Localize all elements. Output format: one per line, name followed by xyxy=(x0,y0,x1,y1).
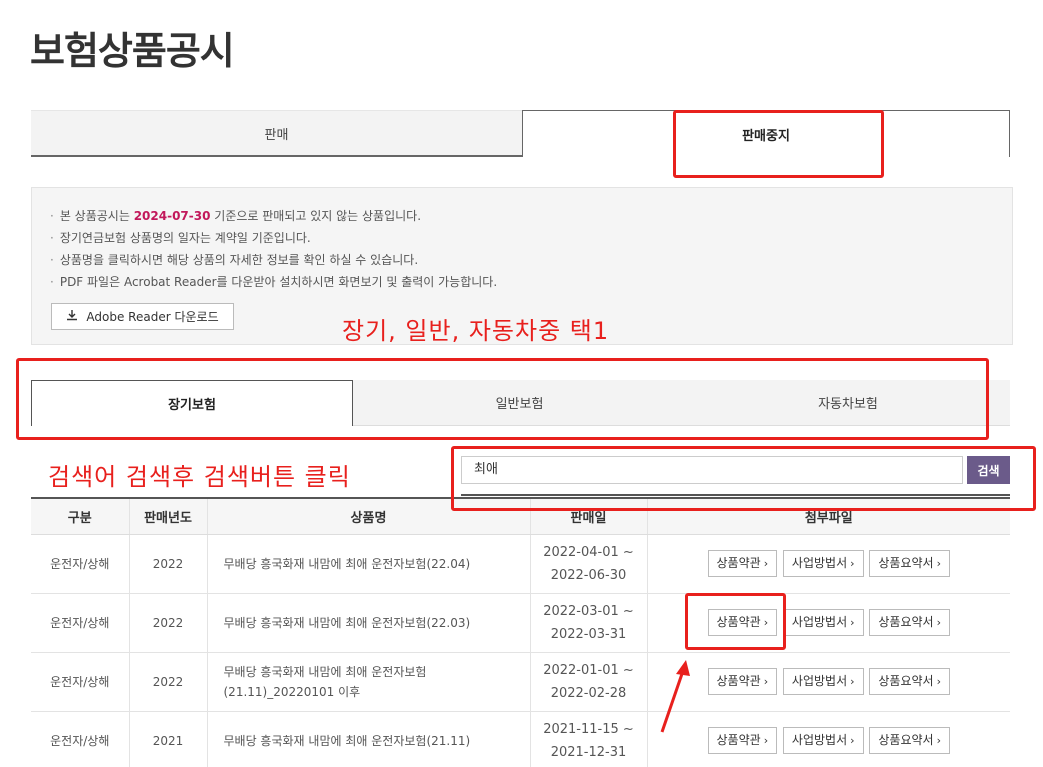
terms-button[interactable]: 상품약관 › xyxy=(707,668,778,695)
sale-period-cell: 2022-04-01 ~2022-06-30 xyxy=(530,534,648,594)
annotation-box-tab xyxy=(673,110,884,178)
summary-button[interactable]: 상품요약서 › xyxy=(869,550,950,577)
chevron-right-icon: › xyxy=(850,734,855,747)
notice-list: 본 상품공시는 2024-07-30 기준으로 판매되고 있지 않는 상품입니다… xyxy=(50,205,497,293)
annotation-box-search xyxy=(451,446,1036,511)
table-row: 운전자/상해 2022 무배당 흥국화재 내맘에 최애 운전자보험(21.11)… xyxy=(31,652,1010,712)
product-table: 구분 판매년도 상품명 판매일 첨부파일 운전자/상해 2022 무배당 흥국화… xyxy=(31,497,1010,767)
chevron-right-icon: › xyxy=(850,675,855,688)
category-cell: 운전자/상해 xyxy=(31,534,130,594)
sale-period-cell: 2022-03-01 ~2022-03-31 xyxy=(530,593,648,653)
notice-item: 장기연금보험 상품명의 일자는 계약일 기준입니다. xyxy=(50,227,497,249)
chevron-right-icon: › xyxy=(850,616,855,629)
year-cell: 2022 xyxy=(129,652,208,712)
table-row: 운전자/상해 2022 무배당 흥국화재 내맘에 최애 운전자보험(22.04)… xyxy=(31,534,1010,594)
sale-period-cell: 2021-11-15 ~2021-12-31 xyxy=(530,711,648,767)
chevron-right-icon: › xyxy=(763,675,769,688)
category-cell: 운전자/상해 xyxy=(31,593,130,653)
summary-button[interactable]: 상품요약서 › xyxy=(869,727,950,754)
annotation-search-note: 검색어 검색후 검색버튼 클릭 xyxy=(48,463,351,491)
download-icon xyxy=(66,309,78,324)
chevron-right-icon: › xyxy=(936,675,941,688)
attachments-cell: 상품약관 › 사업방법서 › 상품요약서 › xyxy=(647,652,1010,712)
product-name-link[interactable]: 무배당 흥국화재 내맘에 최애 운전자보험(21.11) xyxy=(207,711,531,767)
year-cell: 2021 xyxy=(129,711,208,767)
summary-button[interactable]: 상품요약서 › xyxy=(869,668,950,695)
notice-item: PDF 파일은 Acrobat Reader를 다운받아 설치하시면 화면보기 … xyxy=(50,271,497,293)
chevron-right-icon: › xyxy=(936,557,941,570)
annotation-box-terms xyxy=(685,593,786,650)
annotation-tab-note: 장기, 일반, 자동차중 택1 xyxy=(342,317,610,345)
annotation-box-subtabs xyxy=(16,358,989,440)
sale-period-cell: 2022-01-01 ~2022-02-28 xyxy=(530,652,648,712)
notice-item: 본 상품공시는 2024-07-30 기준으로 판매되고 있지 않는 상품입니다… xyxy=(50,205,497,227)
header-category: 구분 xyxy=(31,497,130,535)
header-year: 판매년도 xyxy=(129,497,208,535)
table-row: 운전자/상해 2021 무배당 흥국화재 내맘에 최애 운전자보험(21.11)… xyxy=(31,711,1010,767)
chevron-right-icon: › xyxy=(936,734,941,747)
attachments-cell: 상품약관 › 사업방법서 › 상품요약서 › xyxy=(647,711,1010,767)
chevron-right-icon: › xyxy=(763,734,769,747)
terms-button[interactable]: 상품약관 › xyxy=(707,727,778,754)
product-name-link[interactable]: 무배당 흥국화재 내맘에 최애 운전자보험(22.03) xyxy=(207,593,531,653)
business-method-button[interactable]: 사업방법서 › xyxy=(782,668,864,695)
terms-button[interactable]: 상품약관 › xyxy=(707,550,778,577)
chevron-right-icon: › xyxy=(936,616,941,629)
business-method-button[interactable]: 사업방법서 › xyxy=(782,727,864,754)
product-name-link[interactable]: 무배당 흥국화재 내맘에 최애 운전자보험(21.11)_20220101 이후 xyxy=(207,652,531,712)
notice-item: 상품명을 클릭하시면 해당 상품의 자세한 정보를 확인 하실 수 있습니다. xyxy=(50,249,497,271)
page-title: 보험상품공시 xyxy=(30,29,235,73)
product-name-link[interactable]: 무배당 흥국화재 내맘에 최애 운전자보험(22.04) xyxy=(207,534,531,594)
year-cell: 2022 xyxy=(129,593,208,653)
table-row: 운전자/상해 2022 무배당 흥국화재 내맘에 최애 운전자보험(22.03)… xyxy=(31,593,1010,653)
year-cell: 2022 xyxy=(129,534,208,594)
chevron-right-icon: › xyxy=(763,557,769,570)
business-method-button[interactable]: 사업방법서 › xyxy=(782,609,864,636)
chevron-right-icon: › xyxy=(850,557,855,570)
reference-date: 2024-07-30 xyxy=(133,209,211,223)
arrow-icon xyxy=(660,660,690,733)
business-method-button[interactable]: 사업방법서 › xyxy=(782,550,864,577)
attachments-cell: 상품약관 › 사업방법서 › 상품요약서 › xyxy=(647,534,1010,594)
category-cell: 운전자/상해 xyxy=(31,652,130,712)
adobe-reader-download-button[interactable]: Adobe Reader 다운로드 xyxy=(51,303,234,330)
category-cell: 운전자/상해 xyxy=(31,711,130,767)
summary-button[interactable]: 상품요약서 › xyxy=(869,609,950,636)
tab-on-sale[interactable]: 판매 xyxy=(31,110,522,157)
